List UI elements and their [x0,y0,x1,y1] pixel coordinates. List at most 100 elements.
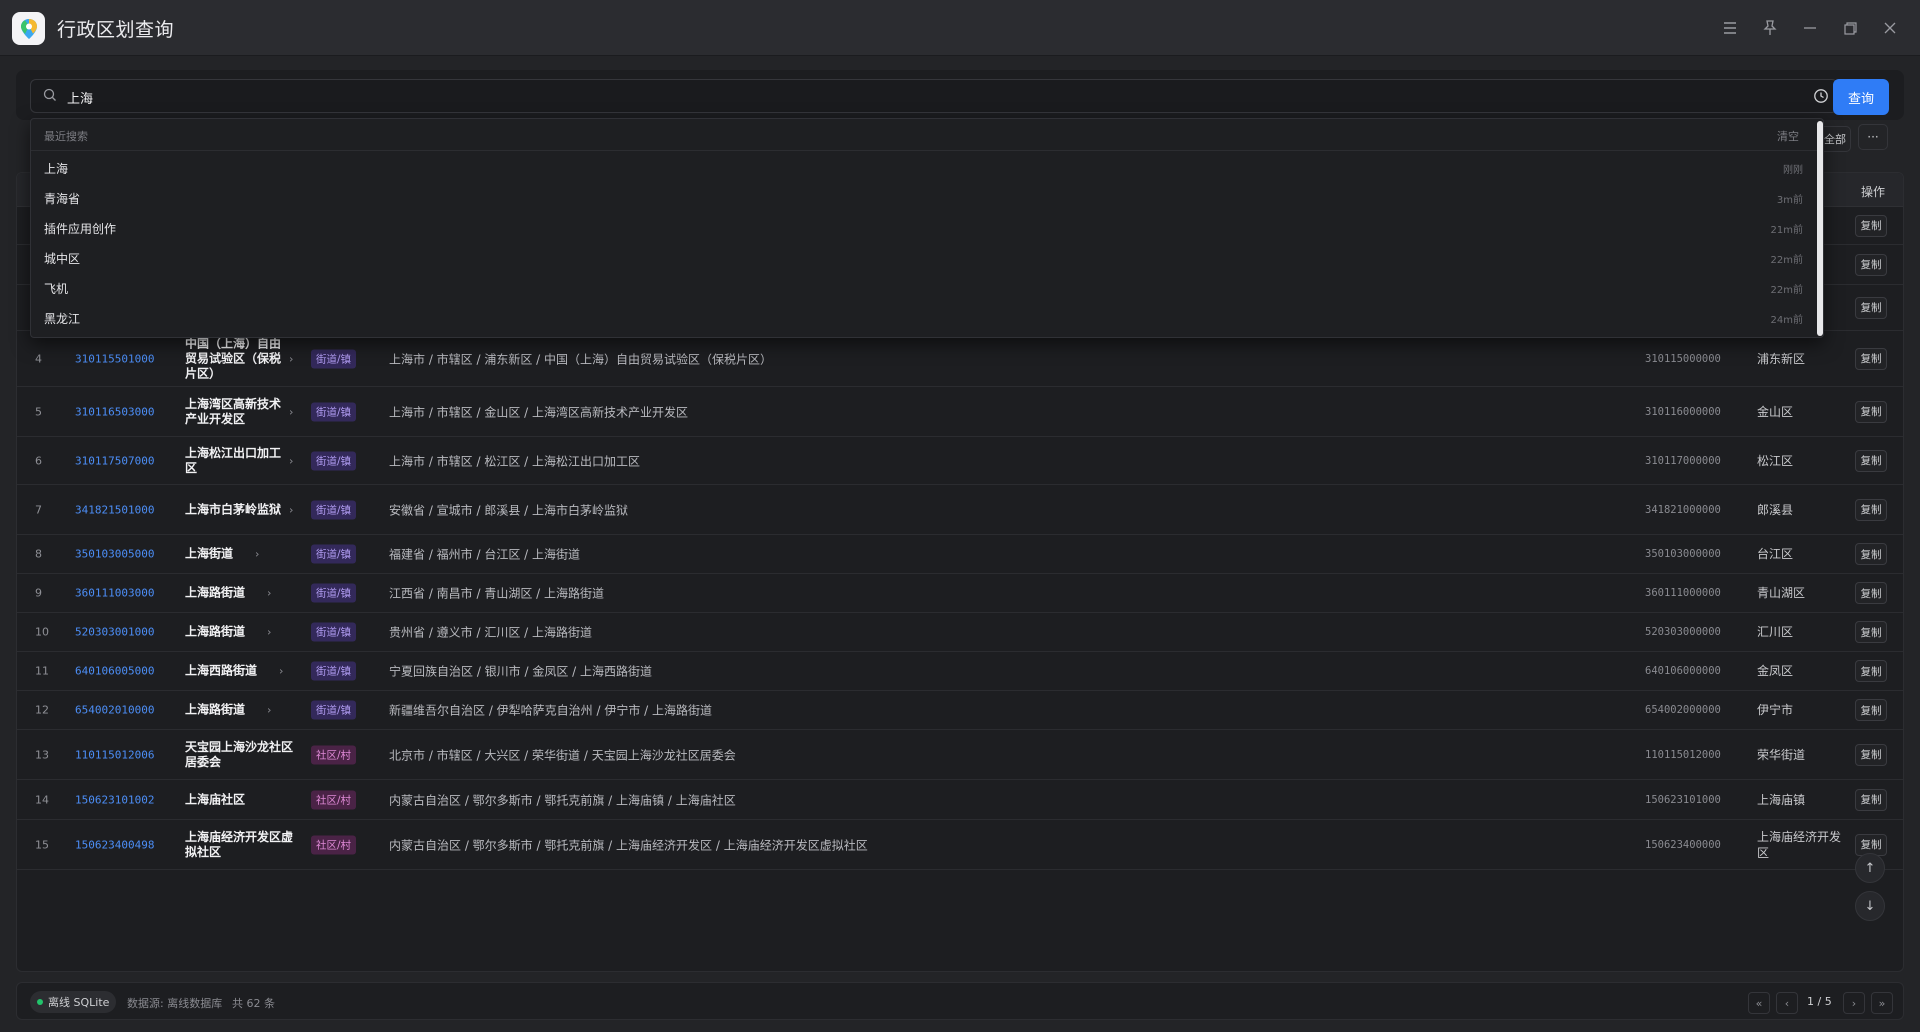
copy-button[interactable]: 复制 [1855,743,1887,766]
prev-page-button[interactable]: ‹ [1776,992,1798,1014]
table-row[interactable]: 7 341821501000 上海市白茅岭监狱 › 街道/镇 安徽省 / 宣城市… [17,485,1903,535]
parent-name: 金凤区 [1757,664,1794,678]
scroll-top-icon[interactable]: ↑ [1855,853,1885,883]
recent-search-item[interactable]: 城中区 22m前 [31,242,1817,272]
chevron-right-icon[interactable]: › [267,704,271,717]
row-name[interactable]: 上海市白茅岭监狱 [185,502,285,517]
row-name[interactable]: 上海街道 [185,547,285,562]
row-code-link[interactable]: 360111003000 [75,587,154,600]
chevron-right-icon[interactable]: › [267,626,271,639]
copy-button[interactable]: 复制 [1855,582,1887,604]
copy-button[interactable]: 复制 [1855,621,1887,643]
table-row[interactable]: 8 350103005000 上海街道 › 街道/镇 福建省 / 福州市 / 台… [17,535,1903,574]
status-dot-icon [37,999,43,1005]
copy-button[interactable]: 复制 [1855,788,1887,811]
copy-button[interactable]: 复制 [1855,543,1887,565]
first-page-button[interactable]: « [1748,992,1770,1014]
row-index: 5 [35,405,42,418]
history-icon[interactable] [1813,88,1829,107]
row-index: 10 [35,625,49,639]
chevron-right-icon[interactable]: › [289,352,293,365]
copy-button[interactable]: 复制 [1855,347,1887,370]
dropdown-scrollbar[interactable] [1817,121,1823,336]
chevron-right-icon[interactable]: › [289,454,293,467]
row-code-link[interactable]: 310117507000 [75,454,154,467]
row-name[interactable]: 上海庙经济开发区虚拟社区 [185,830,293,860]
menu-icon[interactable] [1717,15,1743,41]
copy-button[interactable]: 复制 [1855,253,1887,276]
row-code-link[interactable]: 341821501000 [75,503,154,516]
row-name[interactable]: 中国（上海）自由贸易试验区（保税片区） [185,336,285,381]
row-name[interactable]: 天宝园上海沙龙社区居委会 [185,740,293,770]
minimize-icon[interactable] [1797,15,1823,41]
row-code-link[interactable]: 150623101002 [75,793,154,806]
level-tag: 街道/镇 [311,500,357,519]
row-path: 北京市 / 市辖区 / 大兴区 / 荣华街道 / 天宝园上海沙龙社区居委会 [389,748,736,762]
parent-name: 上海庙镇 [1757,792,1806,807]
close-icon[interactable] [1877,15,1903,41]
table-row[interactable]: 6 310117507000 上海松江出口加工区 › 街道/镇 上海市 / 市辖… [17,437,1903,485]
table-row[interactable]: 11 640106005000 上海西路街道 › 街道/镇 宁夏回族自治区 / … [17,652,1903,691]
copy-button[interactable]: 复制 [1855,498,1887,521]
copy-button[interactable]: 复制 [1855,400,1887,423]
chevron-right-icon[interactable]: › [289,405,293,418]
recent-search-item[interactable]: 插件应用创作 21m前 [31,212,1817,242]
row-code-link[interactable]: 310116503000 [75,405,154,418]
copy-button[interactable]: 复制 [1855,699,1887,721]
clear-history-button[interactable]: 清空 [1777,128,1799,144]
chevron-right-icon[interactable]: › [255,548,259,561]
row-path: 新疆维吾尔自治区 / 伊犁哈萨克自治州 / 伊宁市 / 上海路街道 [389,703,713,718]
level-tag: 社区/村 [311,835,357,854]
table-row[interactable]: 9 360111003000 上海路街道 › 街道/镇 江西省 / 南昌市 / … [17,574,1903,613]
recent-search-dropdown: 最近搜索 清空 上海 刚刚 青海省 3m前 插件应用创作 21m前 城中区 22… [30,118,1824,338]
more-button[interactable]: ··· [1858,124,1888,150]
search-bar [16,70,1904,120]
row-name[interactable]: 上海庙社区 [185,792,285,807]
data-source-label: 数据源: 离线数据库 [127,997,223,1010]
level-tag: 街道/镇 [311,583,357,603]
search-input[interactable] [67,86,1767,108]
row-code-link[interactable]: 350103005000 [75,548,154,561]
query-button[interactable]: 查询 [1833,79,1889,115]
chevron-right-icon[interactable]: › [279,665,283,678]
chevron-right-icon[interactable]: › [267,587,271,600]
next-page-button[interactable]: › [1843,992,1865,1014]
table-row[interactable]: 13 110115012006 天宝园上海沙龙社区居委会 社区/村 北京市 / … [17,730,1903,780]
search-box[interactable] [30,79,1838,113]
parent-name: 上海庙经济开发区 [1757,829,1842,860]
copy-button[interactable]: 复制 [1855,214,1887,237]
row-path: 安徽省 / 宣城市 / 郎溪县 / 上海市白茅岭监狱 [389,503,629,517]
table-row[interactable]: 5 310116503000 上海湾区高新技术产业开发区 › 街道/镇 上海市 … [17,387,1903,437]
recent-search-item[interactable]: 上海 刚刚 [31,152,1817,182]
table-row[interactable]: 10 520303001000 上海路街道 › 街道/镇 贵州省 / 遵义市 /… [17,613,1903,652]
scroll-bottom-icon[interactable]: ↓ [1855,891,1885,921]
table-row[interactable]: 12 654002010000 上海路街道 › 街道/镇 新疆维吾尔自治区 / … [17,691,1903,730]
row-code-link[interactable]: 310115501000 [75,352,154,365]
recent-search-item[interactable]: 黑龙江 24m前 [31,302,1817,332]
recent-search-item[interactable]: 飞机 22m前 [31,272,1817,302]
row-code-link[interactable]: 520303001000 [75,626,154,639]
chevron-right-icon[interactable]: › [289,503,293,516]
copy-button[interactable]: 复制 [1855,660,1887,682]
table-row[interactable]: 14 150623101002 上海庙社区 社区/村 内蒙古自治区 / 鄂尔多斯… [17,780,1903,820]
row-code-link[interactable]: 150623400498 [75,838,154,851]
row-index: 7 [35,503,42,516]
row-name[interactable]: 上海湾区高新技术产业开发区 [185,397,285,427]
row-path: 内蒙古自治区 / 鄂尔多斯市 / 鄂托克前旗 / 上海庙镇 / 上海庙社区 [389,793,736,807]
row-code-link[interactable]: 640106005000 [75,665,154,678]
level-tag: 街道/镇 [311,451,357,470]
copy-button[interactable]: 复制 [1855,449,1887,472]
last-page-button[interactable]: » [1871,992,1893,1014]
recent-search-item[interactable]: 青海省 3m前 [31,182,1817,212]
row-name[interactable]: 上海松江出口加工区 [185,446,285,476]
row-name[interactable]: 上海西路街道 [185,664,285,679]
row-code-link[interactable]: 654002010000 [75,704,154,717]
table-row[interactable]: 4 310115501000 中国（上海）自由贸易试验区（保税片区） › 街道/… [17,331,1903,387]
copy-button[interactable]: 复制 [1855,296,1887,319]
status-bar: 离线 SQLite 数据源: 离线数据库 共 62 条 « ‹ 1 / 5 › … [16,982,1904,1020]
restore-icon[interactable] [1837,15,1863,41]
pin-icon[interactable] [1757,15,1783,41]
row-code-link[interactable]: 110115012006 [75,748,154,761]
search-icon [43,88,57,105]
table-row[interactable]: 15 150623400498 上海庙经济开发区虚拟社区 社区/村 内蒙古自治区… [17,820,1903,870]
